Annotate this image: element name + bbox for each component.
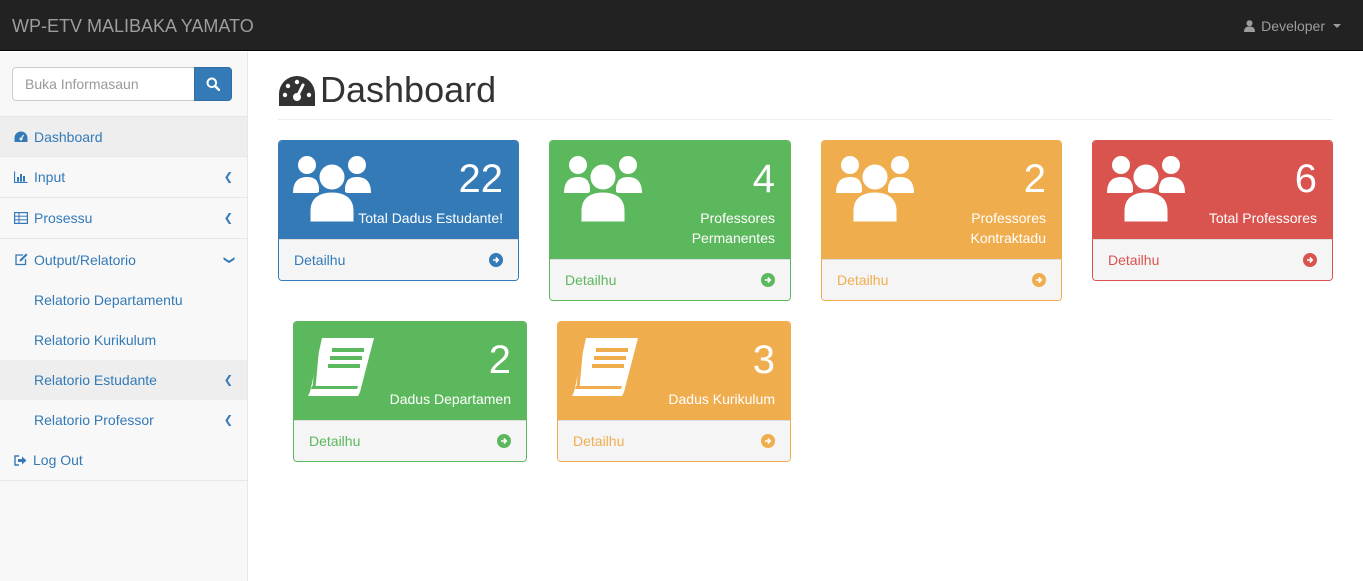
card-total-professores[interactable]: 6 Total Professores Detailhu	[1092, 140, 1333, 281]
detail-link[interactable]: Detailhu	[837, 272, 888, 288]
card-heading: 2 Professores Kontraktadu	[822, 141, 1061, 260]
chevron-left-icon: ❮	[223, 171, 233, 184]
sidebar-item-label: Prosessu	[34, 210, 93, 226]
card-footer-link[interactable]: Detailhu	[279, 239, 518, 280]
chevron-left-icon: ❮	[223, 414, 233, 427]
page-header: Dashboard	[278, 70, 1333, 120]
bar-chart-icon	[13, 169, 29, 185]
detail-link[interactable]: Detailhu	[1108, 252, 1159, 268]
page-title: Dashboard	[320, 69, 497, 110]
dashboard-icon	[13, 129, 29, 145]
app-title[interactable]: WP-ETV MALIBAKA YAMATO	[12, 16, 254, 37]
caret-down-icon	[1333, 24, 1341, 28]
sidebar-item-dashboard[interactable]: Dashboard	[0, 116, 247, 157]
card-label: Total Dadus Estudante!	[358, 210, 503, 226]
user-icon	[1244, 20, 1256, 32]
card-label: Dadus Kurikulum	[668, 391, 775, 407]
sidebar-item-relatorio-estudante[interactable]: Relatorio Estudante ❮	[0, 360, 247, 400]
card-label-line2: Kontraktadu	[970, 230, 1047, 246]
users-icon	[836, 151, 914, 226]
card-value: 2	[1023, 157, 1046, 201]
sidebar-item-relatorio-departamentu[interactable]: Relatorio Departamentu	[0, 280, 247, 320]
card-heading: 3 Dadus Kurikulum	[558, 322, 790, 421]
card-value: 2	[488, 338, 511, 382]
sidebar-item-label: Input	[34, 169, 66, 185]
dashboard-icon	[279, 76, 315, 106]
card-professores-permanentes[interactable]: 4 Professores Permanentes Detailhu	[549, 140, 791, 301]
card-label-line2: Permanentes	[691, 230, 775, 246]
arrow-circle-right-icon	[497, 434, 511, 448]
user-name: Developer	[1261, 18, 1325, 34]
card-heading: 4 Professores Permanentes	[550, 141, 790, 260]
card-label: Dadus Departamen	[389, 391, 511, 407]
arrow-circle-right-icon	[761, 434, 775, 448]
card-value: 6	[1294, 157, 1317, 201]
users-icon	[564, 151, 642, 226]
detail-link[interactable]: Detailhu	[294, 252, 345, 268]
detail-link[interactable]: Detailhu	[309, 433, 360, 449]
detail-link[interactable]: Detailhu	[565, 272, 616, 288]
users-icon	[1107, 151, 1185, 226]
top-navbar: WP-ETV MALIBAKA YAMATO Developer	[0, 0, 1363, 51]
card-dadus-departamen[interactable]: 2 Dadus Departamen Detailhu	[293, 321, 527, 462]
sidebar-item-label: Dashboard	[34, 128, 103, 145]
sign-out-icon	[12, 452, 28, 468]
arrow-circle-right-icon	[489, 253, 503, 267]
arrow-circle-right-icon	[1032, 273, 1046, 287]
sidebar-item-prosessu[interactable]: Prosessu ❮	[0, 198, 247, 239]
sidebar-item-label: Relatorio Kurikulum	[34, 332, 157, 348]
card-footer-link[interactable]: Detailhu	[822, 259, 1061, 300]
user-menu[interactable]: Developer	[1244, 18, 1341, 34]
chevron-left-icon: ❮	[223, 374, 233, 387]
sidebar-item-label: Relatorio Departamentu	[34, 292, 183, 308]
card-heading: 2 Dadus Departamen	[294, 322, 526, 421]
sidebar-item-label: Relatorio Estudante	[34, 372, 157, 388]
detail-link[interactable]: Detailhu	[573, 433, 624, 449]
card-label-line1: Professores	[971, 210, 1046, 226]
sidebar: Dashboard Input ❮ Prosessu ❮ Output/Rela…	[0, 52, 248, 581]
sidebar-item-log-out[interactable]: Log Out	[0, 440, 247, 481]
sidebar-item-input[interactable]: Input ❮	[0, 157, 247, 198]
card-footer-link[interactable]: Detailhu	[1093, 239, 1332, 280]
sidebar-item-output-relatorio[interactable]: Output/Relatorio ❮	[0, 239, 247, 280]
edit-icon	[13, 252, 29, 268]
card-label: Total Professores	[1208, 210, 1317, 226]
card-total-estudante[interactable]: 22 Total Dadus Estudante! Detailhu	[278, 140, 519, 281]
card-professores-kontraktadu[interactable]: 2 Professores Kontraktadu Detailhu	[821, 140, 1062, 301]
sidebar-item-relatorio-professor[interactable]: Relatorio Professor ❮	[0, 400, 247, 440]
chevron-down-icon: ❮	[222, 254, 235, 265]
search-icon	[206, 77, 220, 91]
sidebar-item-label: Log Out	[33, 452, 83, 468]
book-icon	[308, 336, 376, 401]
card-heading: 22 Total Dadus Estudante!	[279, 141, 518, 240]
search-button[interactable]	[194, 67, 232, 101]
table-icon	[13, 210, 29, 226]
card-dadus-kurikulum[interactable]: 3 Dadus Kurikulum Detailhu	[557, 321, 791, 462]
card-value: 22	[458, 157, 504, 201]
arrow-circle-right-icon	[761, 273, 775, 287]
card-heading: 6 Total Professores	[1093, 141, 1332, 240]
arrow-circle-right-icon	[1303, 253, 1317, 267]
sidebar-nav: Dashboard Input ❮ Prosessu ❮ Output/Rela…	[0, 116, 247, 481]
card-value: 4	[752, 157, 775, 201]
sidebar-item-relatorio-kurikulum[interactable]: Relatorio Kurikulum	[0, 320, 247, 360]
chevron-left-icon: ❮	[223, 212, 233, 225]
sidebar-item-label: Relatorio Professor	[34, 412, 154, 428]
search-group	[12, 67, 232, 101]
card-value: 3	[752, 338, 775, 382]
card-label-line1: Professores	[700, 210, 775, 226]
card-footer-link[interactable]: Detailhu	[558, 420, 790, 461]
search-input[interactable]	[12, 67, 194, 101]
card-footer-link[interactable]: Detailhu	[550, 259, 790, 300]
book-icon	[572, 336, 640, 401]
card-footer-link[interactable]: Detailhu	[294, 420, 526, 461]
sidebar-item-label: Output/Relatorio	[34, 251, 136, 268]
